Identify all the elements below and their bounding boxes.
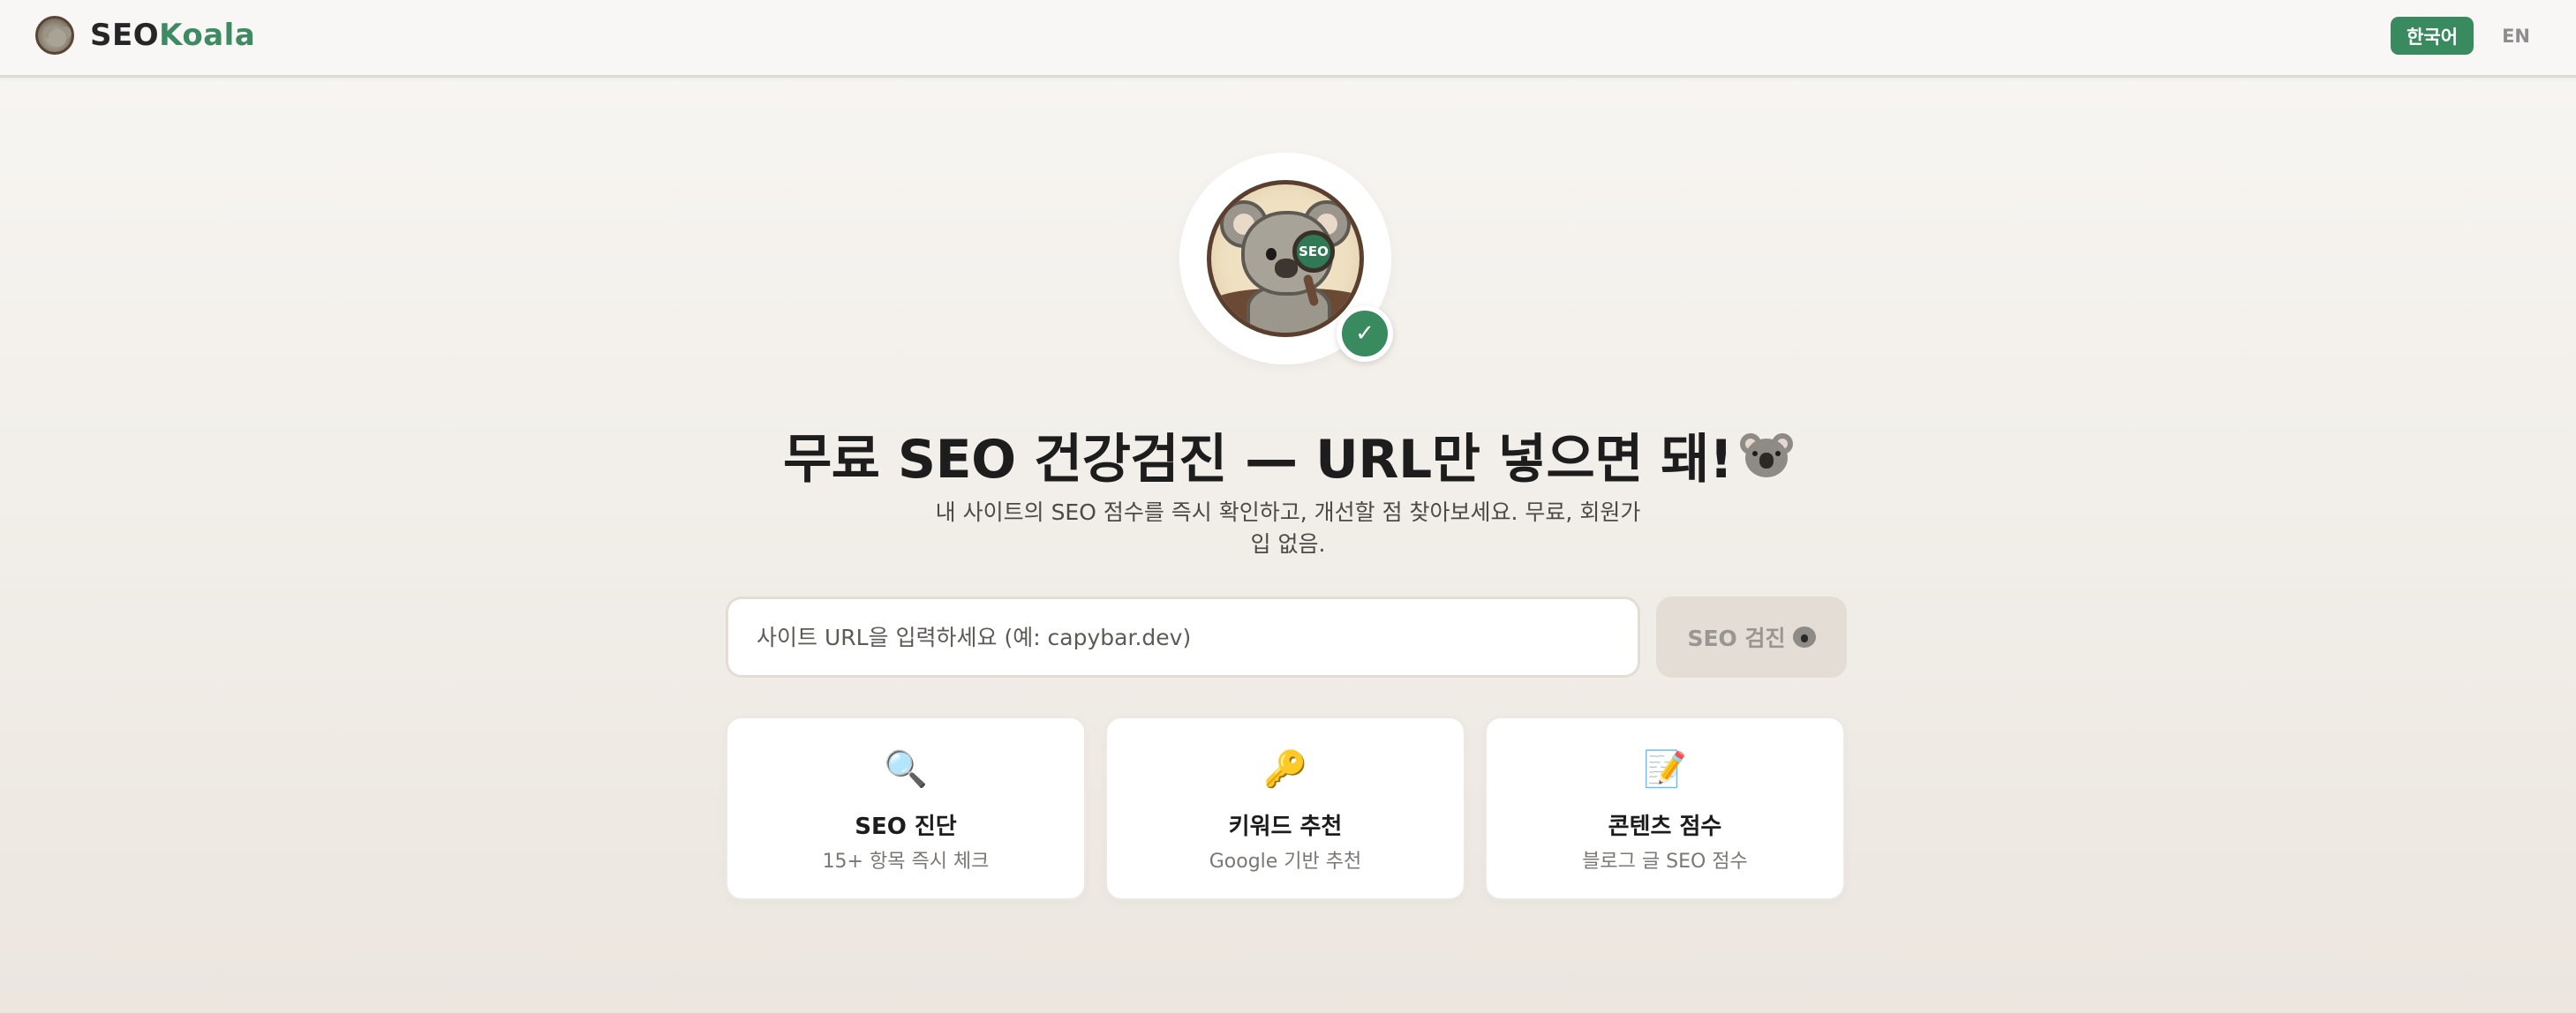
seo-check-button-label: SEO 검진	[1687, 626, 1786, 651]
lang-english-button[interactable]: EN	[2491, 17, 2541, 55]
koala-magnifier-mascot-icon: SEO ✓	[1179, 153, 1393, 364]
page-title-text: 무료 SEO 건강검진 — URL만 넣으면 돼!	[783, 429, 1733, 491]
feature-card-title: 키워드 추천	[1228, 814, 1343, 840]
page-subtitle: 내 사이트의 SEO 점수를 즉시 확인하고, 개선할 점 찾아보세요. 무료,…	[935, 499, 1641, 557]
brand-name-seo: SEO	[90, 18, 160, 53]
checkmark-icon: ✓	[1337, 305, 1393, 362]
feature-card-keyword-recommendation: 🔑 키워드 추천 Google 기반 추천	[1105, 717, 1465, 900]
brand-name-koala: Koala	[159, 18, 256, 53]
brand-home-link[interactable]: SEOKoala	[35, 14, 255, 56]
feature-card-description: 블로그 글 SEO 점수	[1582, 851, 1748, 873]
feature-card-title: SEO 진단	[855, 814, 957, 840]
memo-icon: 📝	[1643, 749, 1687, 790]
koala-emoji-nose	[1759, 453, 1774, 469]
key-icon: 🔑	[1263, 749, 1307, 790]
magnifier-icon: 🔍	[884, 749, 928, 790]
feature-card-content-score: 📝 콘텐츠 점수 블로그 글 SEO 점수	[1485, 717, 1845, 900]
url-input[interactable]	[726, 597, 1640, 678]
feature-card-description: Google 기반 추천	[1209, 851, 1362, 873]
koala-emoji-icon	[1792, 627, 1816, 648]
lang-korean-button[interactable]: 한국어	[2391, 17, 2474, 55]
mascot-emblem: SEO	[1207, 180, 1364, 337]
brand-name: SEOKoala	[90, 18, 255, 53]
feature-card-title: 콘텐츠 점수	[1608, 814, 1722, 840]
seo-check-button[interactable]: SEO 검진	[1656, 597, 1847, 678]
top-navigation-bar: SEOKoala 한국어 EN	[0, 0, 2576, 78]
mascot-eye-left	[1266, 248, 1277, 260]
magnifier-lens: SEO	[1292, 230, 1335, 273]
koala-emoji-icon	[1739, 431, 1793, 484]
feature-card-description: 15+ 항목 즉시 체크	[822, 851, 990, 873]
koala-emoji-eye-right	[1774, 451, 1781, 456]
koala-logo-icon	[35, 16, 74, 55]
page-title: 무료 SEO 건강검진 — URL만 넣으면 돼!	[0, 416, 2576, 493]
koala-emoji-eye-left	[1751, 451, 1758, 456]
feature-card-seo-diagnosis: 🔍 SEO 진단 15+ 항목 즉시 체크	[726, 717, 1086, 900]
language-switcher: 한국어 EN	[2391, 17, 2541, 55]
